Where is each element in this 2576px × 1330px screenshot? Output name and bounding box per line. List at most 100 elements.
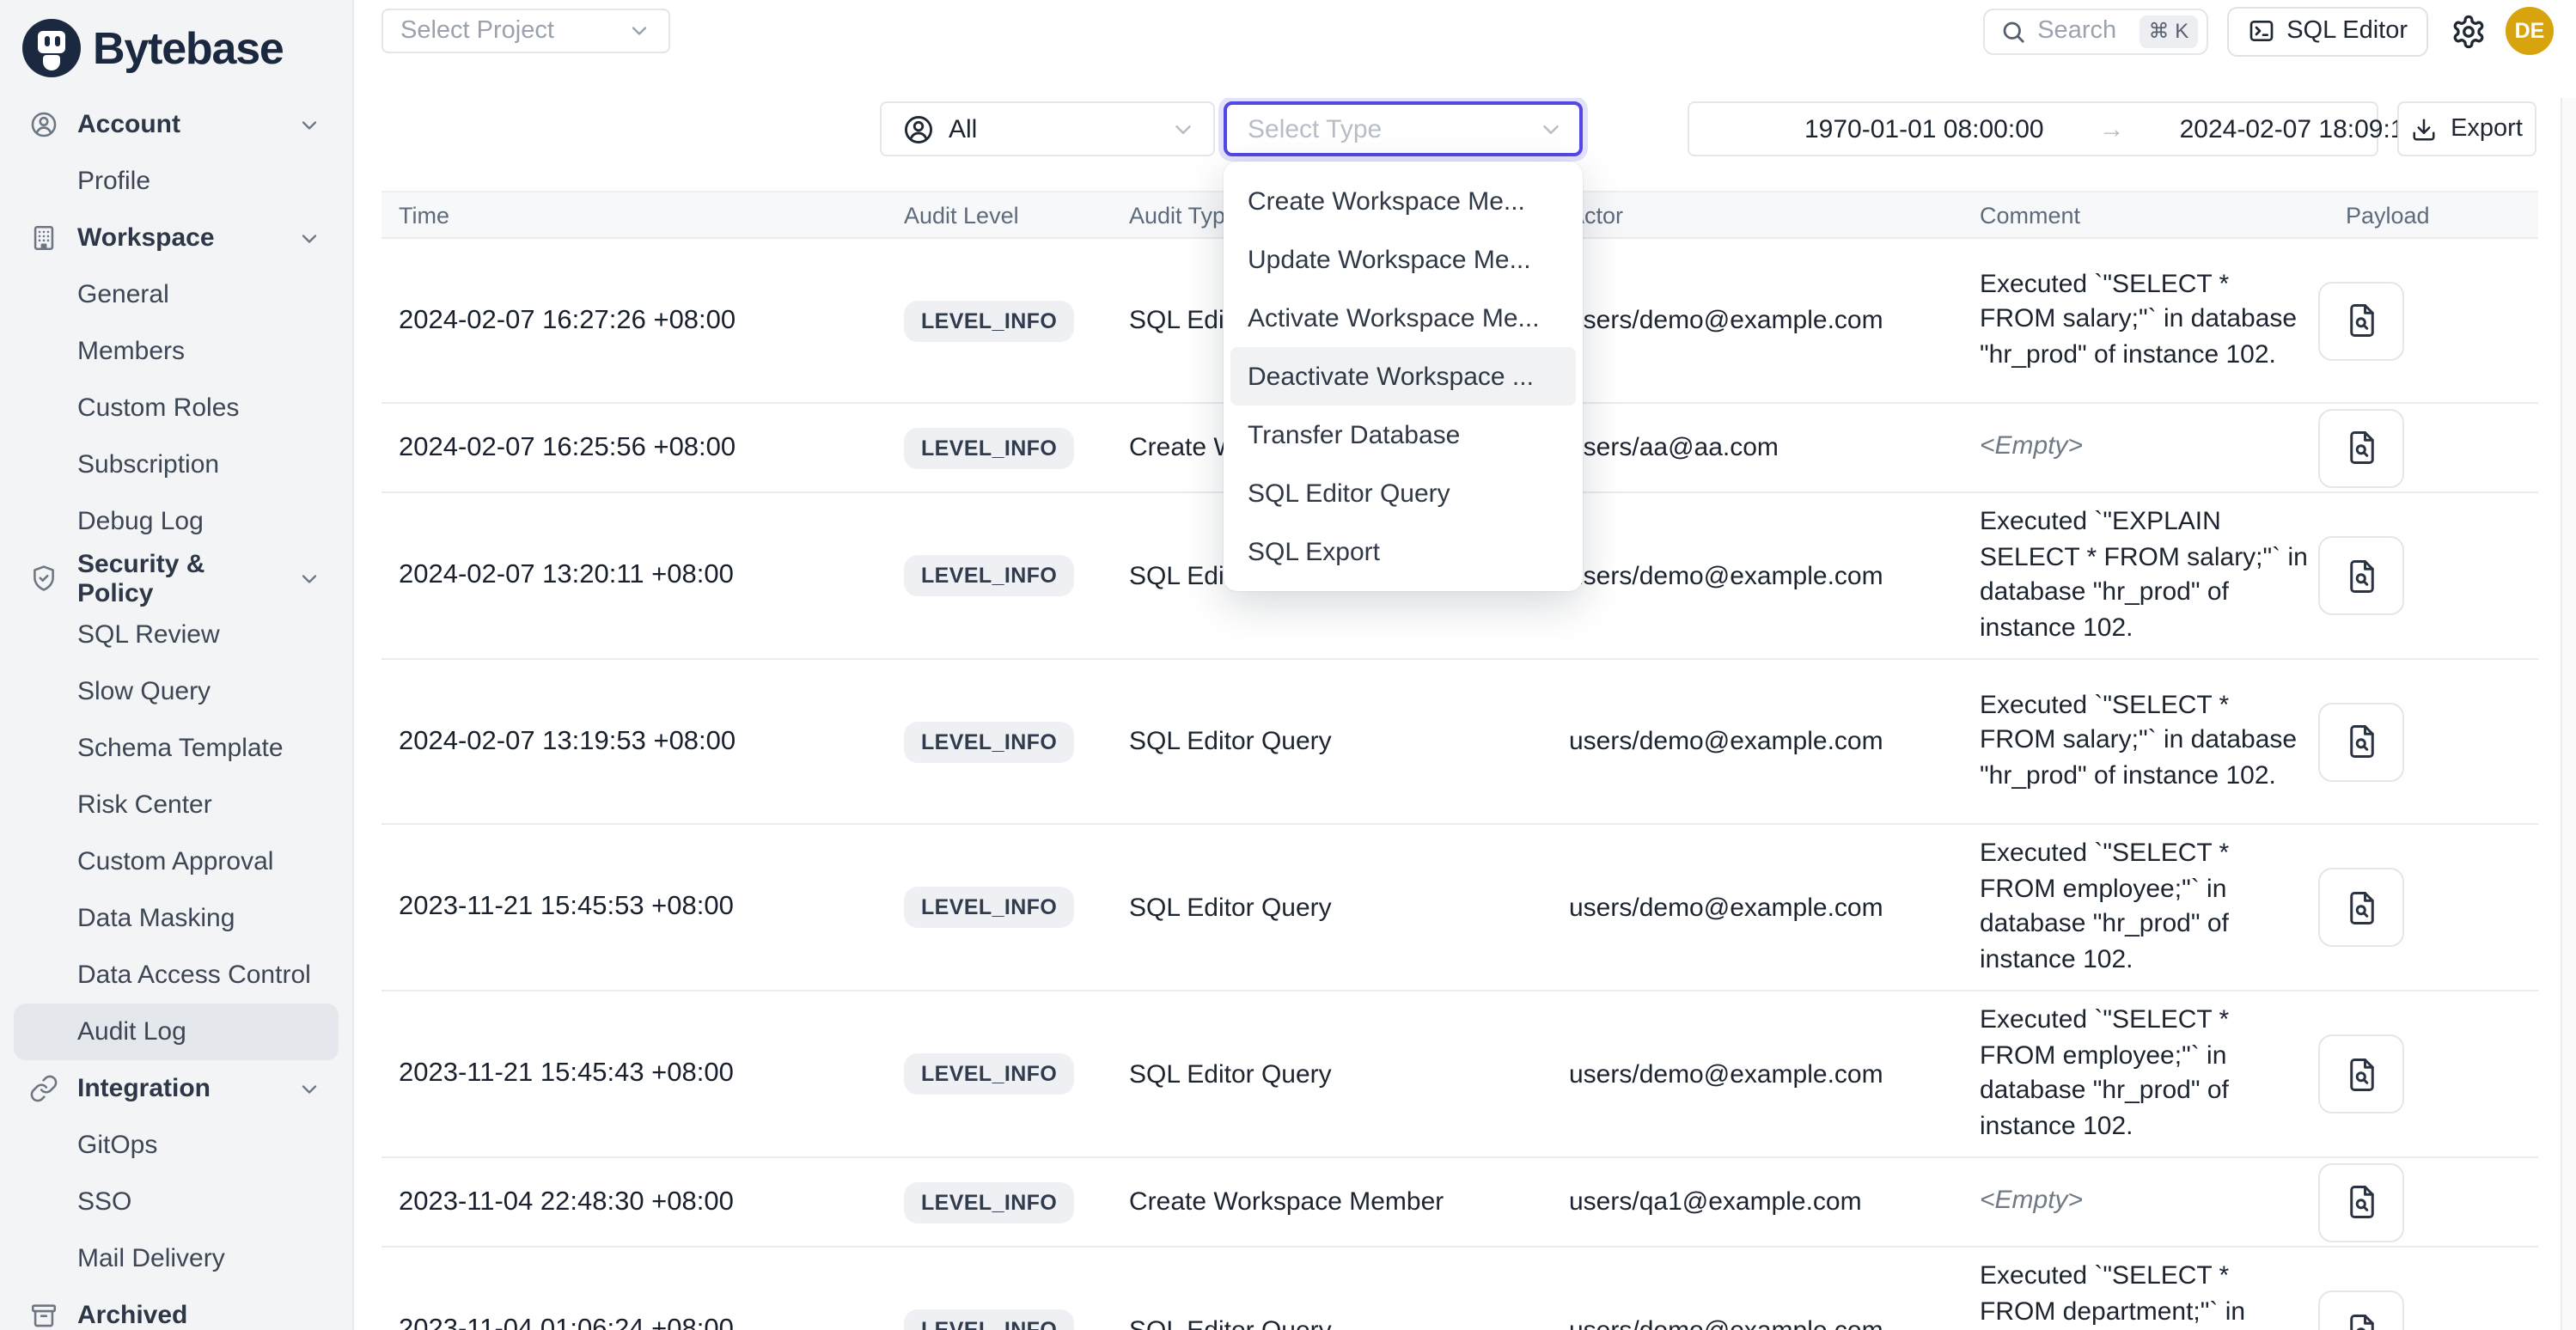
cell-comment: <Empty> (1980, 418, 2346, 478)
sidebar-item-label: Custom Roles (77, 394, 239, 423)
date-range-picker[interactable]: 1970-01-01 08:00:00 → 2024-02-07 18:09:1… (1688, 101, 2378, 156)
date-to-value[interactable]: 2024-02-07 18:09:13 (2180, 114, 2420, 143)
gear-icon[interactable] (2451, 13, 2487, 49)
sql-editor-button[interactable]: SQL Editor (2226, 6, 2428, 56)
sidebar-item-slow-query[interactable]: Slow Query (14, 663, 339, 720)
payload-view-button[interactable] (2318, 408, 2404, 487)
type-menu-item-deactivate-workspace[interactable]: Deactivate Workspace ... (1230, 347, 1576, 406)
cell-payload (2346, 1034, 2538, 1113)
sidebar-item-audit-log[interactable]: Audit Log (14, 1004, 339, 1060)
file-search-icon (2343, 302, 2379, 339)
type-menu-item-sql-editor-query[interactable]: SQL Editor Query (1230, 464, 1576, 522)
file-search-icon (2343, 723, 2379, 760)
cell-comment: Executed `"SELECT * FROM employee;"` in … (1980, 991, 2346, 1156)
sidebar-nav: AccountProfile Workspace General Members Cus… (0, 82, 352, 1330)
payload-view-button[interactable] (2318, 1290, 2404, 1330)
brand-logo[interactable]: Bytebase (0, 0, 352, 82)
chevron-down-icon (1170, 116, 1196, 142)
cell-time: 2023-11-21 15:45:43 +08:00 (399, 1059, 904, 1089)
cell-audit-type: SQL Editor Query (1129, 1059, 1569, 1089)
sidebar-item-custom-roles[interactable]: Custom Roles (14, 380, 339, 436)
cell-time: 2024-02-07 13:20:11 +08:00 (399, 560, 904, 591)
cell-audit-level: LEVEL_INFO (904, 1309, 1129, 1330)
avatar[interactable]: DE (2506, 7, 2554, 55)
sidebar-item-label: Schema Template (77, 734, 284, 763)
sidebar-item-sso[interactable]: SSO (14, 1174, 339, 1230)
sidebar-item-label: Slow Query (77, 677, 211, 706)
sidebar-item-schema-template[interactable]: Schema Template (14, 720, 339, 777)
sidebar-section-archived[interactable]: Archived (0, 1287, 352, 1330)
type-filter-select[interactable]: Select Type (1224, 101, 1583, 156)
sidebar-item-gitops[interactable]: GitOps (14, 1117, 339, 1174)
chevron-down-icon (297, 1077, 321, 1101)
search-shortcut-kbd: ⌘ K (2140, 15, 2198, 47)
payload-view-button[interactable] (2318, 702, 2404, 781)
cell-actor: users/demo@example.com (1569, 727, 1980, 756)
sidebar-item-label: Subscription (77, 450, 219, 479)
chevron-down-icon (1538, 116, 1564, 142)
sidebar: Bytebase AccountProfile Workspace General M… (0, 0, 354, 1330)
type-filter-dropdown: Create Workspace Me...Update Workspace M… (1224, 162, 1583, 591)
search-button[interactable]: Search ⌘ K (1982, 8, 2207, 54)
sidebar-item-subscription[interactable]: Subscription (14, 436, 339, 493)
cell-actor: users/demo@example.com (1569, 893, 1980, 922)
vertical-scrollbar[interactable] (2561, 98, 2576, 1330)
sidebar-item-label: Members (77, 337, 185, 366)
cell-audit-level: LEVEL_INFO (904, 300, 1129, 341)
cell-actor: users/demo@example.com (1569, 306, 1980, 335)
arrow-right-icon: → (2099, 114, 2125, 143)
brand-name: Bytebase (93, 21, 284, 75)
table-row: 2023-11-04 01:06:24 +08:00LEVEL_INFOSQL … (382, 1248, 2538, 1330)
type-menu-item-sql-export[interactable]: SQL Export (1230, 522, 1576, 581)
sidebar-item-data-masking[interactable]: Data Masking (14, 890, 339, 947)
sidebar-item-sql-review[interactable]: SQL Review (14, 607, 339, 663)
payload-view-button[interactable] (2318, 281, 2404, 360)
sidebar-section-account[interactable]: Account (0, 96, 352, 153)
file-search-icon (2343, 1184, 2379, 1220)
cell-payload (2346, 1290, 2538, 1330)
sidebar-item-members[interactable]: Members (14, 323, 339, 380)
shield-check-icon (29, 564, 58, 593)
sidebar-section-label: Integration (77, 1074, 278, 1103)
cell-audit-level: LEVEL_INFO (904, 1181, 1129, 1223)
terminal-icon (2247, 17, 2274, 45)
chevron-down-icon (297, 226, 321, 250)
audit-level-badge: LEVEL_INFO (904, 555, 1074, 596)
sidebar-item-profile[interactable]: Profile (14, 153, 339, 210)
sidebar-item-label: GitOps (77, 1131, 157, 1160)
type-menu-item-create-workspace-me[interactable]: Create Workspace Me... (1230, 172, 1576, 230)
sidebar-item-debug-log[interactable]: Debug Log (14, 493, 339, 550)
sidebar-section-workspace[interactable]: Workspace (0, 210, 352, 266)
export-button[interactable]: Export (2397, 101, 2536, 156)
project-select[interactable]: Select Project (382, 9, 670, 53)
sidebar-section-label: Workspace (77, 223, 278, 253)
cell-payload (2346, 702, 2538, 781)
sidebar-section-security-policy[interactable]: Security & Policy (0, 550, 352, 607)
sidebar-section-integration[interactable]: Integration (0, 1060, 352, 1117)
sidebar-item-custom-approval[interactable]: Custom Approval (14, 833, 339, 890)
payload-view-button[interactable] (2318, 536, 2404, 615)
payload-view-button[interactable] (2318, 1162, 2404, 1242)
sidebar-item-risk-center[interactable]: Risk Center (14, 777, 339, 833)
cell-actor: users/aa@aa.com (1569, 433, 1980, 462)
audit-level-badge: LEVEL_INFO (904, 300, 1074, 341)
top-navbar: Select Project Search ⌘ K SQL Editor DE (354, 0, 2576, 100)
sidebar-item-data-access-control[interactable]: Data Access Control (14, 947, 339, 1004)
cell-comment: Executed `"EXPLAIN SELECT * FROM salary;… (1980, 493, 2346, 658)
sidebar-item-label: General (77, 280, 169, 309)
type-menu-item-update-workspace-me[interactable]: Update Workspace Me... (1230, 230, 1576, 289)
date-from-value[interactable]: 1970-01-01 08:00:00 (1804, 114, 2044, 143)
audit-level-badge: LEVEL_INFO (904, 1181, 1074, 1223)
cell-payload (2346, 868, 2538, 947)
table-row: 2023-11-21 15:45:43 +08:00LEVEL_INFOSQL … (382, 991, 2538, 1158)
cell-time: 2023-11-21 15:45:53 +08:00 (399, 892, 904, 923)
payload-view-button[interactable] (2318, 1034, 2404, 1113)
sidebar-item-general[interactable]: General (14, 266, 339, 323)
cell-time: 2024-02-07 16:25:56 +08:00 (399, 432, 904, 463)
sidebar-item-label: SQL Review (77, 620, 220, 650)
actor-filter-select[interactable]: All (880, 101, 1215, 156)
type-menu-item-activate-workspace-me[interactable]: Activate Workspace Me... (1230, 289, 1576, 347)
sidebar-item-mail-delivery[interactable]: Mail Delivery (14, 1230, 339, 1287)
payload-view-button[interactable] (2318, 868, 2404, 947)
type-menu-item-transfer-database[interactable]: Transfer Database (1230, 406, 1576, 464)
